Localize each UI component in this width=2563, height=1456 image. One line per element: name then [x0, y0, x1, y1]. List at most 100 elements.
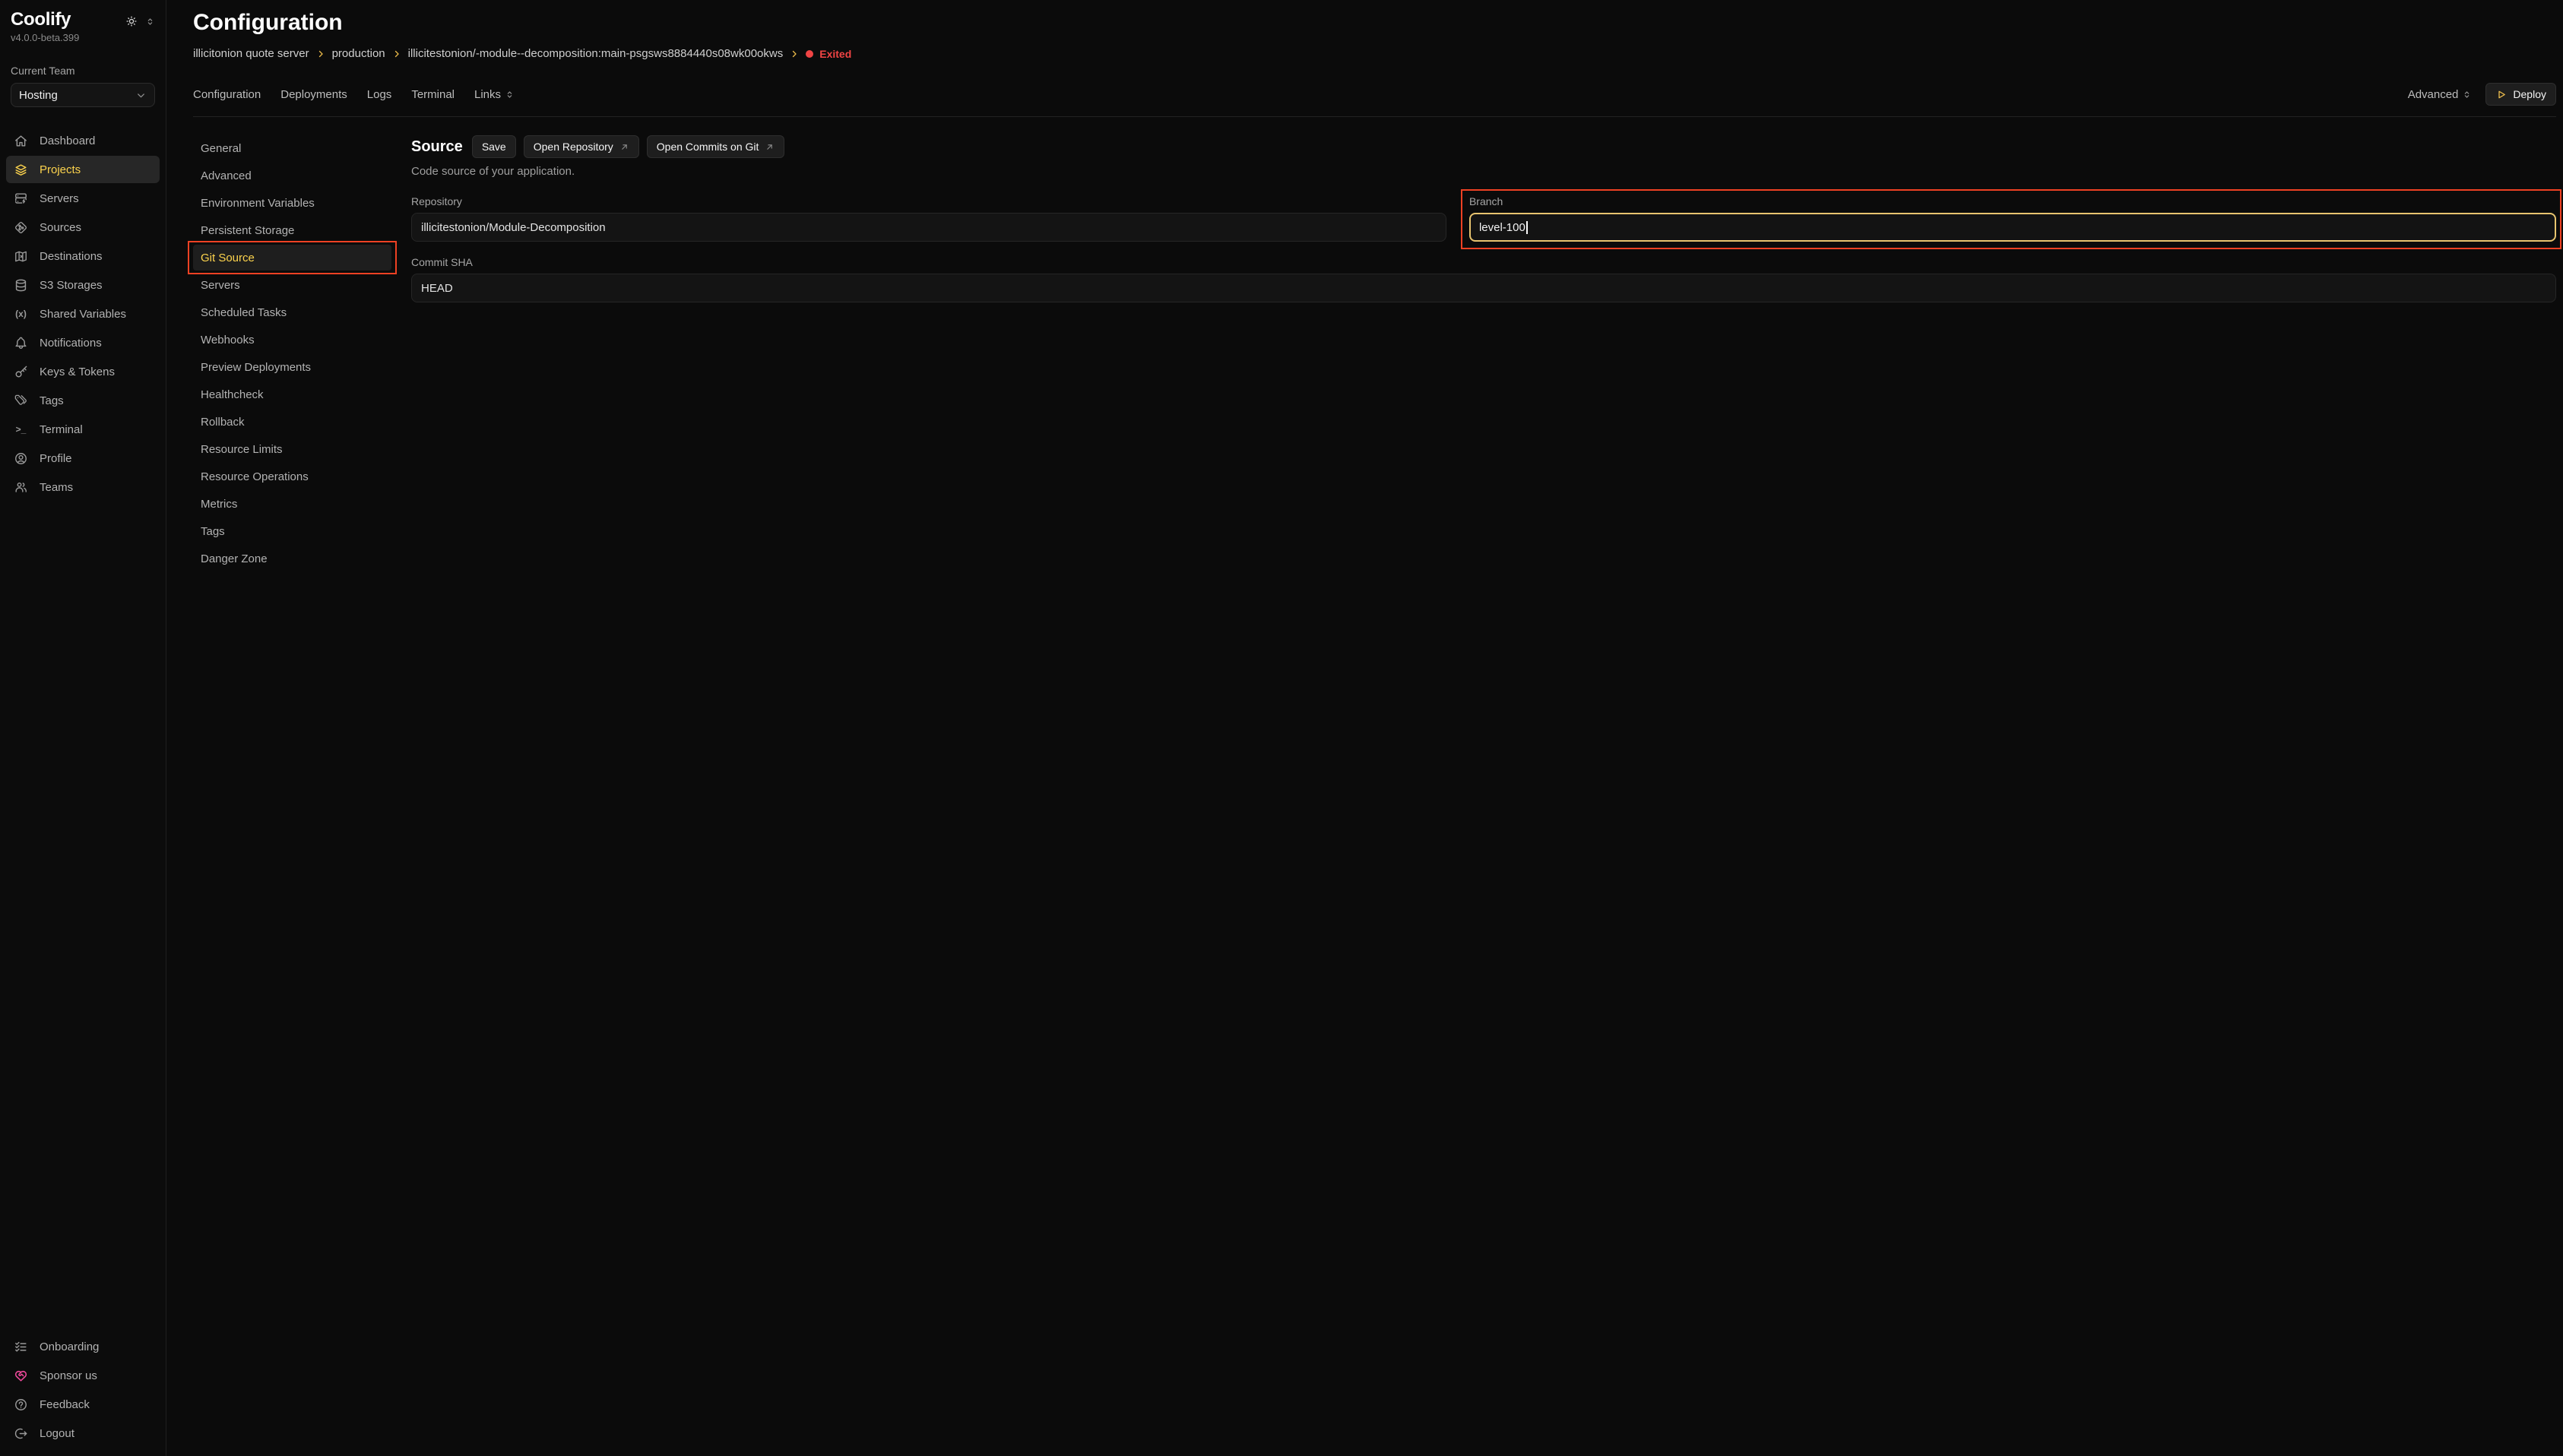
save-button[interactable]: Save	[472, 135, 516, 158]
team-select[interactable]: Hosting	[11, 83, 155, 107]
sidebar-item-terminal[interactable]: >_ Terminal	[6, 416, 160, 443]
team-select-value: Hosting	[19, 89, 58, 102]
sidebar-item-projects[interactable]: Projects	[6, 156, 160, 183]
subnav-healthcheck[interactable]: Healthcheck	[193, 381, 391, 407]
sidebar-item-label: Feedback	[40, 1398, 90, 1411]
tab-configuration[interactable]: Configuration	[193, 88, 261, 101]
breadcrumb-environment[interactable]: production	[332, 47, 385, 60]
subnav-metrics[interactable]: Metrics	[193, 491, 391, 517]
sidebar-item-keys-tokens[interactable]: Keys & Tokens	[6, 358, 160, 385]
open-repository-button[interactable]: Open Repository	[524, 135, 639, 158]
chevron-right-icon	[790, 49, 799, 59]
subnav-webhooks[interactable]: Webhooks	[193, 327, 391, 353]
advanced-selector[interactable]: Advanced	[2408, 88, 2473, 101]
tab-bar: Configuration Deployments Logs Terminal …	[193, 83, 2556, 106]
sidebar-item-label: Tags	[40, 394, 64, 407]
bell-icon	[14, 336, 28, 350]
deploy-button[interactable]: Deploy	[2485, 83, 2556, 106]
subnav-advanced[interactable]: Advanced	[193, 163, 391, 188]
server-icon	[14, 191, 28, 206]
sidebar-item-label: Profile	[40, 452, 72, 465]
sidebar-item-teams[interactable]: Teams	[6, 473, 160, 501]
commit-sha-field: Commit SHA	[411, 256, 2556, 302]
open-commits-label: Open Commits on Git	[657, 141, 759, 153]
status-label: Exited	[819, 48, 851, 60]
branch-input[interactable]: level-100	[1469, 213, 2556, 242]
subnav-servers[interactable]: Servers	[193, 272, 391, 298]
sidebar-footer-nav: Onboarding Sponsor us Feedback Logout	[0, 1333, 166, 1447]
sidebar-item-dashboard[interactable]: Dashboard	[6, 127, 160, 154]
page-title: Configuration	[193, 9, 2556, 36]
status-badge: Exited	[806, 48, 851, 60]
sidebar-item-notifications[interactable]: Notifications	[6, 329, 160, 356]
advanced-label: Advanced	[2408, 88, 2459, 101]
users-icon	[14, 480, 28, 495]
subnav-scheduled-tasks[interactable]: Scheduled Tasks	[193, 299, 391, 325]
subnav-resource-operations[interactable]: Resource Operations	[193, 464, 391, 489]
sidebar-item-profile[interactable]: Profile	[6, 445, 160, 472]
tab-logs[interactable]: Logs	[367, 88, 392, 101]
sidebar-item-sponsor-us[interactable]: Sponsor us	[6, 1362, 160, 1389]
sidebar-item-label: Sponsor us	[40, 1369, 97, 1382]
breadcrumb: illicitonion quote server production ill…	[193, 47, 2556, 60]
subnav-environment-variables[interactable]: Environment Variables	[193, 190, 391, 216]
subnav-rollback[interactable]: Rollback	[193, 409, 391, 435]
tab-links-label: Links	[474, 88, 501, 101]
sidebar-item-servers[interactable]: Servers	[6, 185, 160, 212]
app-logo: Coolify	[11, 9, 71, 30]
sidebar-item-destinations[interactable]: Destinations	[6, 242, 160, 270]
repository-input[interactable]	[411, 213, 1446, 242]
sidebar-item-s3-storages[interactable]: S3 Storages	[6, 271, 160, 299]
subnav-resource-limits[interactable]: Resource Limits	[193, 436, 391, 462]
subnav-git-source[interactable]: Git Source	[193, 245, 391, 271]
branch-field: Branch level-100	[1469, 195, 2556, 242]
chevron-right-icon	[316, 49, 325, 59]
subnav-tags[interactable]: Tags	[193, 518, 391, 544]
theme-selector-icon[interactable]	[145, 17, 155, 27]
repository-field: Repository	[411, 195, 1446, 242]
help-circle-icon	[14, 1397, 28, 1412]
subnav-persistent-storage[interactable]: Persistent Storage	[193, 217, 391, 243]
deploy-label: Deploy	[2513, 88, 2546, 100]
breadcrumb-application[interactable]: illicitestonion/-module--decomposition:m…	[408, 47, 784, 60]
database-icon	[14, 278, 28, 293]
commit-sha-input[interactable]	[411, 274, 2556, 302]
config-subnav: General Advanced Environment Variables P…	[193, 135, 411, 571]
sidebar-item-label: Projects	[40, 163, 81, 176]
repository-label: Repository	[411, 195, 1446, 207]
tab-deployments[interactable]: Deployments	[280, 88, 347, 101]
map-icon	[14, 249, 28, 264]
sidebar-item-label: Notifications	[40, 337, 102, 350]
sidebar-item-logout[interactable]: Logout	[6, 1420, 160, 1447]
key-icon	[14, 365, 28, 379]
external-link-icon	[765, 142, 775, 152]
user-circle-icon	[14, 451, 28, 466]
selector-icon	[505, 90, 515, 100]
sidebar-item-label: S3 Storages	[40, 279, 103, 292]
sidebar-item-feedback[interactable]: Feedback	[6, 1391, 160, 1418]
breadcrumb-project[interactable]: illicitonion quote server	[193, 47, 309, 60]
sidebar-item-label: Dashboard	[40, 135, 95, 147]
status-dot-icon	[806, 50, 813, 58]
subnav-preview-deployments[interactable]: Preview Deployments	[193, 354, 391, 380]
terminal-icon: >_	[14, 424, 28, 435]
subnav-danger-zone[interactable]: Danger Zone	[193, 546, 391, 571]
tab-links[interactable]: Links	[474, 88, 515, 101]
open-commits-button[interactable]: Open Commits on Git	[647, 135, 785, 158]
text-cursor	[1526, 221, 1528, 234]
sidebar-item-label: Logout	[40, 1427, 74, 1440]
sidebar-item-label: Teams	[40, 481, 73, 494]
variables-icon: (x)	[14, 309, 28, 319]
subnav-general[interactable]: General	[193, 135, 391, 161]
sidebar-item-onboarding[interactable]: Onboarding	[6, 1333, 160, 1360]
theme-sun-icon[interactable]	[125, 14, 138, 28]
play-icon	[2495, 89, 2507, 100]
main-panel: Configuration illicitonion quote server …	[166, 0, 2563, 1456]
tab-terminal[interactable]: Terminal	[411, 88, 455, 101]
open-repository-label: Open Repository	[534, 141, 613, 153]
chevron-down-icon	[135, 90, 147, 101]
sidebar-item-tags[interactable]: Tags	[6, 387, 160, 414]
sidebar-item-sources[interactable]: Sources	[6, 214, 160, 241]
app-version: v4.0.0-beta.399	[11, 32, 155, 43]
sidebar-item-shared-variables[interactable]: (x) Shared Variables	[6, 300, 160, 328]
